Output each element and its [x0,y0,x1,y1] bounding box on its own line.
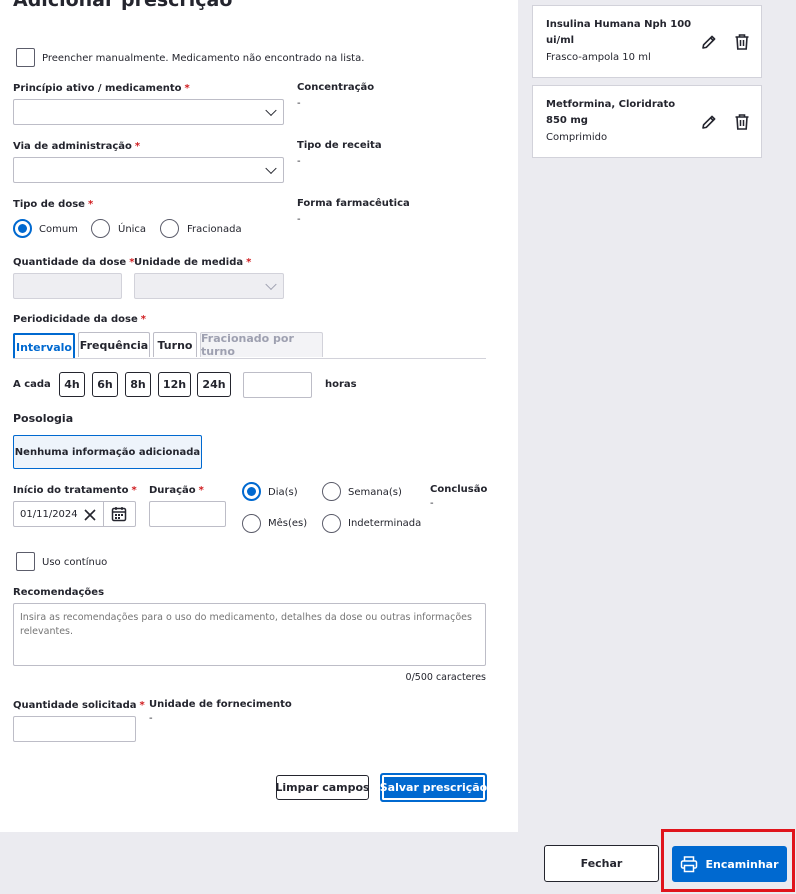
radio-indeterminada[interactable] [322,514,341,533]
via-select[interactable] [13,157,284,183]
tab-frequencia[interactable]: Frequência [78,332,150,357]
concentracao-value: - [297,98,301,109]
forma-label: Forma farmacêutica [297,198,410,209]
quantidade-dose-label: Quantidade da dose * [13,257,135,268]
conclusao-value: - [430,498,434,509]
principio-select[interactable] [13,99,284,125]
recomendacoes-label: Recomendações [13,587,105,598]
chip-8h[interactable]: 8h [125,372,151,397]
trash-icon[interactable] [731,31,753,53]
unidade-medida-select[interactable] [134,273,284,299]
radio-fracionada-label: Fracionada [187,224,242,235]
chevron-down-icon [265,278,277,291]
chip-24h[interactable]: 24h [197,372,231,397]
chevron-down-icon [265,162,277,175]
principio-label: Princípio ativo / medicamento * [13,83,190,94]
posologia-empty-state: Nenhuma informação adicionada [13,435,202,469]
chip-12h[interactable]: 12h [158,372,191,397]
duracao-label: Duração * [149,485,204,496]
uso-continuo-label: Uso contínuo [42,557,108,568]
unidade-medida-label: Unidade de medida * [134,257,252,268]
prescription-form: Frasco-ampola 10 ml [546,52,651,63]
radio-meses[interactable] [242,514,261,533]
uso-continuo-checkbox[interactable] [16,552,35,571]
date-divider [103,502,104,526]
a-cada-label: A cada [13,379,51,390]
prescription-name: Insulina Humana Nph 100 ui/ml [546,19,692,46]
chip-6h[interactable]: 6h [92,372,118,397]
chevron-down-icon [265,104,277,117]
salvar-prescricao-button[interactable]: Salvar prescrição [380,773,487,802]
radio-indeterminada-label: Indeterminada [348,518,422,529]
inicio-label: Início do tratamento * [13,485,137,496]
chip-4h[interactable]: 4h [59,372,85,397]
radio-semanas[interactable] [322,482,341,501]
quantidade-dose-input[interactable] [13,273,122,299]
radio-dias[interactable] [242,482,261,501]
forma-value: - [297,214,301,225]
radio-comum-label: Comum [39,224,78,235]
radio-dias-label: Dia(s) [268,487,298,498]
tab-fracionado-por-turno: Fracionado por turno [200,332,323,358]
tab-intervalo[interactable]: Intervalo [13,333,75,359]
char-counter: 0/500 caracteres [405,672,486,683]
radio-unica[interactable] [91,219,110,238]
interval-hours-input[interactable] [243,372,312,398]
tipo-receita-label: Tipo de receita [297,140,382,151]
prescription-form: Adicionar prescrição Preencher manualmen… [0,0,518,832]
posologia-label: Posologia [13,412,74,425]
recomendacoes-textarea[interactable] [13,603,486,666]
manual-fill-checkbox[interactable] [16,48,35,67]
inicio-date-input[interactable]: 01/11/2024 [13,501,136,527]
tab-turno[interactable]: Turno [153,332,197,357]
tipo-receita-value: - [297,156,301,167]
horas-label: horas [325,379,357,390]
conclusao-label: Conclusão [430,484,488,495]
via-label: Via de administração * [13,141,141,152]
inicio-date-value: 01/11/2024 [20,509,78,520]
edit-icon[interactable] [698,31,720,53]
limpar-campos-button[interactable]: Limpar campos [275,775,370,800]
prescription-card: Metformina, Cloridrato 850 mg Comprimido [532,85,762,158]
quantidade-solicitada-label: Quantidade solicitada * [13,700,145,711]
radio-comum[interactable] [13,219,32,238]
concentracao-label: Concentração [297,82,375,93]
radio-meses-label: Mês(es) [268,518,308,529]
prescription-form: Comprimido [546,132,608,143]
prescription-card: Insulina Humana Nph 100 ui/ml Frasco-amp… [532,5,762,78]
radio-unica-label: Única [118,224,147,235]
duracao-input[interactable] [149,501,226,527]
manual-fill-label: Preencher manualmente. Medicamento não e… [42,53,365,64]
radio-fracionada[interactable] [160,219,179,238]
radio-semanas-label: Semana(s) [348,487,402,498]
prescription-name: Metformina, Cloridrato 850 mg [546,99,676,126]
unidade-fornecimento-value: - [149,713,153,724]
periodicidade-label: Periodicidade da dose * [13,314,146,325]
tipo-dose-label: Tipo de dose * [13,199,94,210]
tabs-divider [13,358,486,359]
fechar-button[interactable]: Fechar [544,845,659,882]
edit-icon[interactable] [698,111,720,133]
unidade-fornecimento-label: Unidade de fornecimento [149,699,292,710]
calendar-icon[interactable] [111,506,127,522]
trash-icon[interactable] [731,111,753,133]
quantidade-solicitada-input[interactable] [13,716,136,742]
page-title: Adicionar prescrição [13,0,233,11]
highlight-box [661,829,795,892]
clear-icon[interactable] [83,507,97,521]
